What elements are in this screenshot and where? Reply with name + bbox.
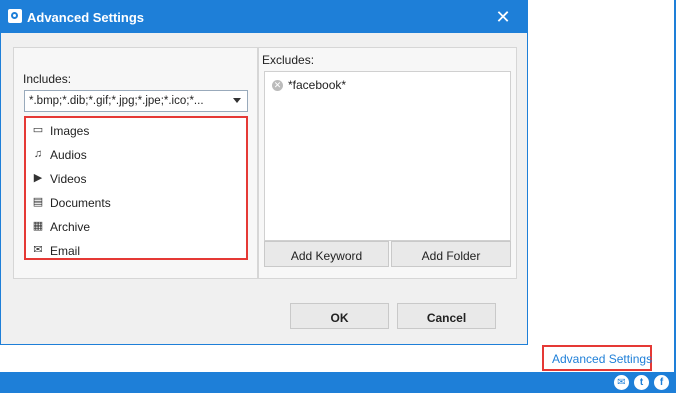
image-icon: ▭ xyxy=(32,124,44,136)
archive-icon: ▦ xyxy=(32,220,44,232)
option-label: Documents xyxy=(50,196,111,210)
ok-label: OK xyxy=(330,311,349,325)
advanced-settings-link[interactable]: Advanced Settings xyxy=(552,352,652,366)
option-videos[interactable]: ▶ Videos xyxy=(32,169,242,189)
option-audios[interactable]: ♫ Audios xyxy=(32,145,242,165)
option-label: Images xyxy=(50,124,90,138)
add-keyword-button[interactable]: Add Keyword xyxy=(264,241,389,267)
add-keyword-label: Add Keyword xyxy=(290,249,363,263)
option-label: Email xyxy=(50,244,81,258)
option-label: Archive xyxy=(50,220,91,234)
includes-select[interactable]: *.bmp;*.dib;*.gif;*.jpg;*.jpe;*.ico;*... xyxy=(24,90,248,112)
exclude-keyword: *facebook* xyxy=(288,78,347,92)
cancel-label: Cancel xyxy=(426,311,467,325)
app-logo-icon xyxy=(8,9,22,23)
excludes-label: Excludes: xyxy=(262,53,315,67)
add-folder-label: Add Folder xyxy=(421,249,481,263)
cancel-button[interactable]: Cancel xyxy=(397,303,496,329)
option-label: Audios xyxy=(50,148,87,162)
email-icon[interactable]: ✉ xyxy=(614,375,629,390)
option-email[interactable]: ✉ Email xyxy=(32,241,242,261)
twitter-icon[interactable]: t xyxy=(634,375,649,390)
dialog-titlebar: Advanced Settings ✕ xyxy=(1,1,527,33)
add-folder-button[interactable]: Add Folder xyxy=(391,241,511,267)
advanced-settings-highlight: Advanced Settings xyxy=(542,345,652,371)
option-label: Videos xyxy=(50,172,87,186)
dialog-title: Advanced Settings xyxy=(27,10,145,25)
video-camera-icon: ▶ xyxy=(33,172,43,184)
ok-button[interactable]: OK xyxy=(290,303,389,329)
chevron-down-icon[interactable] xyxy=(233,98,241,103)
music-note-icon: ♫ xyxy=(33,148,43,160)
facebook-icon[interactable]: f xyxy=(654,375,669,390)
excludes-list: ✕ *facebook* xyxy=(264,71,511,241)
includes-label: Includes: xyxy=(23,72,72,86)
app-status-bar xyxy=(0,372,676,393)
option-images[interactable]: ▭ Images xyxy=(32,121,242,141)
includes-dropdown-list: ▭ Images ♫ Audios ▶ Videos ▤ Documents ▦… xyxy=(24,116,248,260)
includes-selected-value: *.bmp;*.dib;*.gif;*.jpg;*.jpe;*.ico;*... xyxy=(29,95,204,107)
close-icon[interactable]: ✕ xyxy=(493,7,513,27)
option-archive[interactable]: ▦ Archive xyxy=(32,217,242,237)
document-icon: ▤ xyxy=(32,196,44,208)
envelope-icon: ✉ xyxy=(33,244,43,256)
option-documents[interactable]: ▤ Documents xyxy=(32,193,242,213)
remove-icon[interactable]: ✕ xyxy=(272,80,283,91)
